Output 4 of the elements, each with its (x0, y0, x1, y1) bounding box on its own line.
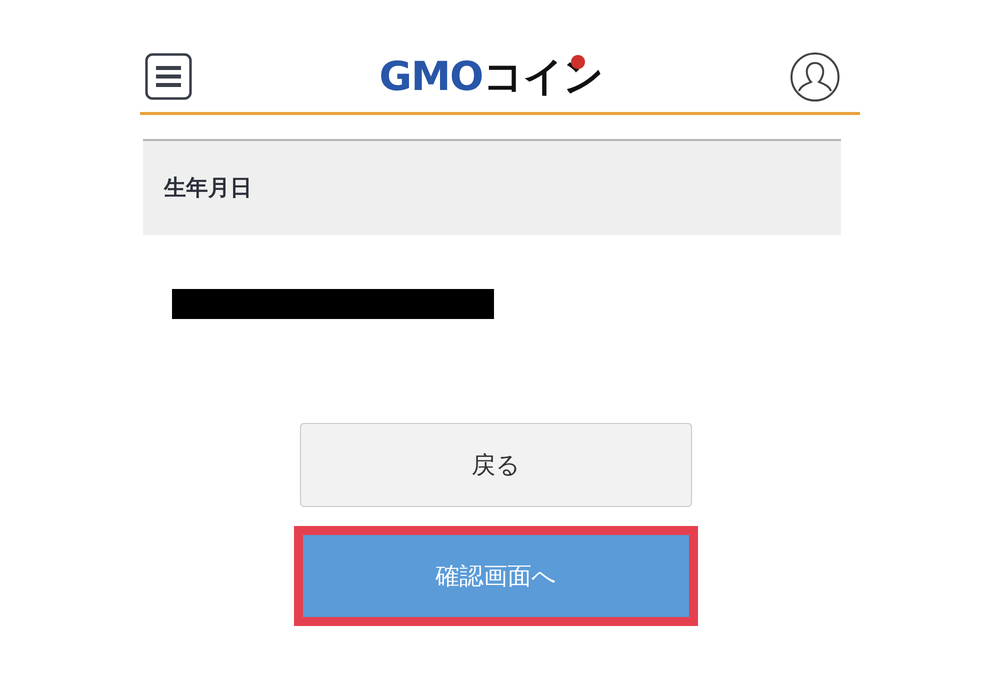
user-icon[interactable] (790, 52, 840, 102)
menu-icon[interactable] (145, 53, 192, 100)
section-heading: 生年月日 (143, 139, 841, 235)
back-button[interactable]: 戻る (300, 423, 692, 507)
